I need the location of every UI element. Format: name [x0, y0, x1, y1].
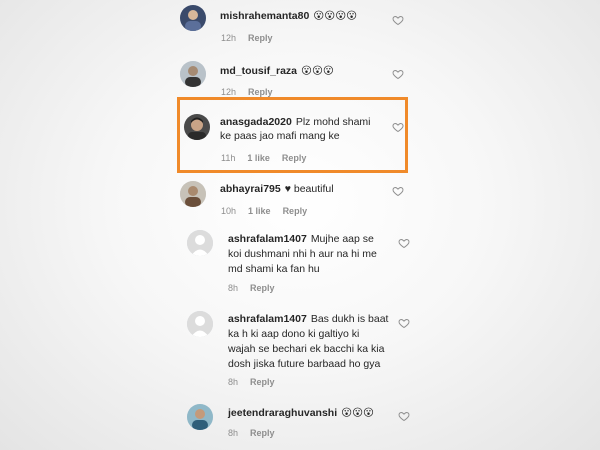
comment-meta: 11h 1 like Reply [221, 153, 318, 163]
reply-button[interactable]: Reply [282, 153, 307, 163]
comment-text: 😮😮😮😮 [313, 10, 358, 22]
comment-line: ka h ki aap dono ki galtiyo ki [228, 327, 359, 341]
comment-username[interactable]: anasgada2020 [220, 116, 292, 128]
comment-line: anasgada2020 Plz mohd shami [220, 115, 371, 129]
comment-time: 11h [221, 153, 236, 163]
comment-line: ke paas jao mafi mang ke [220, 129, 340, 143]
comment-time: 8h [228, 428, 239, 438]
comment-username[interactable]: abhayrai795 [220, 183, 281, 195]
comment-line: koi dushmani nhi h aur na hi me [228, 247, 377, 261]
comment-text: dosh jiska future barbaad ho gya [228, 358, 381, 370]
comment-username[interactable]: ashrafalam1407 [228, 233, 307, 245]
comment-username[interactable]: jeetendraraghuvanshi [228, 407, 337, 419]
heart-outline-icon[interactable] [398, 237, 410, 249]
reply-button[interactable]: Reply [248, 87, 273, 97]
comment-line: ashrafalam1407 Bas dukh is baat [228, 312, 388, 326]
avatar[interactable] [180, 5, 206, 31]
comment-line: jeetendraraghuvanshi 😮😮😮 [228, 406, 374, 420]
comment-line: wajah se bechari ek bacchi ka kia [228, 342, 384, 356]
comment-text: 😮😮😮 [301, 65, 334, 77]
comment-text: wajah se bechari ek bacchi ka kia [228, 343, 385, 355]
comment-line: dosh jiska future barbaad ho gya [228, 357, 380, 371]
comment-meta: 8h Reply [228, 377, 287, 387]
comment-text: Mujhe aap se [310, 233, 374, 245]
comment-time: 10h [221, 206, 237, 216]
comment-text: Bas dukh is baat [310, 313, 389, 325]
avatar[interactable] [187, 230, 213, 256]
avatar[interactable] [184, 114, 210, 140]
reply-button[interactable]: Reply [248, 33, 273, 43]
comment-meta: 10h 1 like Reply [221, 206, 319, 216]
comment-line: mishrahemanta80 😮😮😮😮 [220, 9, 357, 23]
comment-text: koi dushmani nhi h aur na hi me [228, 248, 377, 260]
avatar[interactable] [180, 181, 206, 207]
comment-text: md shami ka fan hu [228, 263, 320, 275]
comment-meta: 12h Reply [221, 87, 285, 97]
comment-time: 8h [228, 283, 239, 293]
comment-line: md shami ka fan hu [228, 262, 320, 276]
comment-line: abhayrai795 ♥ beautiful [220, 182, 334, 196]
comment-username[interactable]: md_tousif_raza [220, 65, 297, 77]
avatar[interactable] [180, 61, 206, 87]
avatar[interactable] [187, 404, 213, 430]
comment-text: ka h ki aap dono ki galtiyo ki [228, 328, 360, 340]
heart-outline-icon[interactable] [398, 410, 410, 422]
heart-outline-icon[interactable] [392, 14, 404, 26]
comment-line: ashrafalam1407 Mujhe aap se [228, 232, 374, 246]
heart-outline-icon[interactable] [392, 185, 404, 197]
comment-line: md_tousif_raza 😮😮😮 [220, 64, 334, 78]
comment-text: ♥ beautiful [284, 183, 334, 195]
comment-time: 8h [228, 377, 239, 387]
avatar[interactable] [187, 311, 213, 337]
likes-count[interactable]: 1 like [248, 206, 271, 216]
comment-text: 😮😮😮 [341, 407, 374, 419]
comment-text: Plz mohd shami [295, 116, 371, 128]
heart-outline-icon[interactable] [392, 121, 404, 133]
comment-username[interactable]: ashrafalam1407 [228, 313, 307, 325]
reply-button[interactable]: Reply [283, 206, 308, 216]
likes-count[interactable]: 1 like [247, 153, 270, 163]
comment-time: 12h [221, 33, 237, 43]
comment-time: 12h [221, 87, 237, 97]
heart-outline-icon[interactable] [398, 317, 410, 329]
comment-meta: 12h Reply [221, 33, 285, 43]
heart-outline-icon[interactable] [392, 68, 404, 80]
reply-button[interactable]: Reply [250, 377, 275, 387]
reply-button[interactable]: Reply [250, 283, 275, 293]
comment-meta: 8h Reply [228, 283, 287, 293]
comment-meta: 8h Reply [228, 428, 287, 438]
comment-text: ke paas jao mafi mang ke [220, 130, 340, 142]
comment-username[interactable]: mishrahemanta80 [220, 10, 309, 22]
reply-button[interactable]: Reply [250, 428, 275, 438]
